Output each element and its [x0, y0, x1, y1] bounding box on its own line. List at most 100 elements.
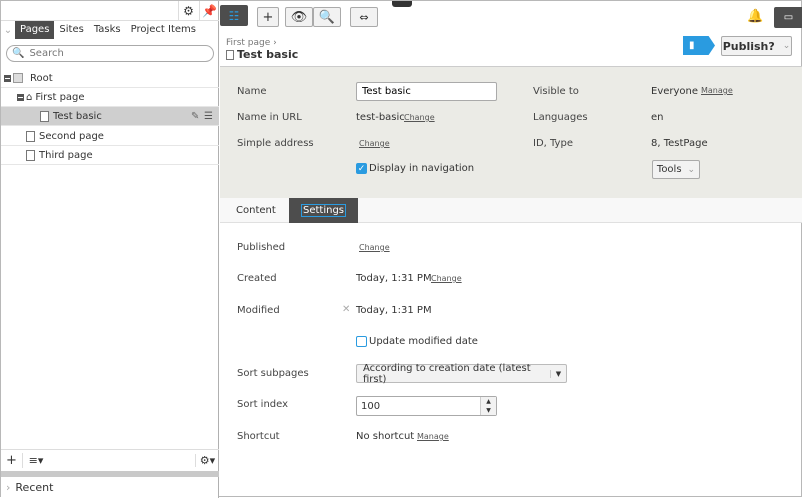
settings-gear-icon[interactable]: ⚙▾: [195, 454, 219, 467]
search-icon: 🔍: [12, 48, 25, 59]
tree-label: Test basic: [53, 110, 102, 122]
languages-label: Languages: [533, 112, 588, 123]
settings-gear-icon[interactable]: ⚙: [178, 1, 198, 20]
page-title: Test basic: [226, 48, 298, 61]
id-type-label: ID, Type: [533, 138, 573, 149]
languages-value: en: [651, 112, 664, 123]
navigation-pane: ⚙ 📌 ⌄ Pages Sites Tasks Project Items 🔍 …: [1, 1, 219, 498]
sort-subpages-label: Sort subpages: [237, 368, 309, 379]
tree-item-second-page[interactable]: Second page: [1, 127, 219, 146]
recent-label: Recent: [15, 481, 54, 494]
pane-tabs: ⌄ Pages Sites Tasks Project Items: [1, 21, 201, 39]
page-icon: [226, 49, 234, 60]
collapse-icon[interactable]: [4, 74, 11, 82]
chevron-down-icon: ⌄: [782, 41, 791, 51]
spinner-arrows-icon[interactable]: ▲ ▼: [480, 397, 496, 415]
dropdown-handle[interactable]: [392, 1, 412, 7]
page-tree-toggle-icon[interactable]: ☷: [220, 5, 248, 26]
pane-toolbar: + ≡▾ ⚙▾: [1, 449, 219, 471]
content-tabs: Content Settings: [220, 198, 802, 223]
tree-item-test-basic[interactable]: Test basic ✎ ☰: [1, 107, 219, 126]
recent-section[interactable]: › Recent: [1, 477, 219, 498]
tab-sites[interactable]: Sites: [54, 21, 88, 39]
name-input[interactable]: [356, 82, 497, 101]
search-input[interactable]: [29, 48, 210, 59]
created-value: Today, 1:31 PM: [356, 273, 432, 284]
name-label: Name: [237, 86, 267, 97]
add-button[interactable]: +: [257, 7, 279, 27]
page-icon: [26, 149, 35, 161]
created-label: Created: [237, 273, 277, 284]
change-created-link[interactable]: Change: [431, 274, 462, 283]
checkbox-label: Update modified date: [369, 336, 478, 347]
pane-header: ⚙ 📌: [1, 1, 219, 21]
tab-tasks[interactable]: Tasks: [89, 21, 126, 39]
select-value: According to creation date (latest first…: [363, 362, 531, 385]
display-in-navigation-checkbox[interactable]: ✓ Display in navigation: [356, 163, 474, 174]
pin-icon[interactable]: 📌: [199, 1, 219, 20]
tree-item-root[interactable]: Root: [1, 69, 219, 88]
checkbox-label: Display in navigation: [369, 163, 475, 174]
page-title-text: Test basic: [237, 48, 299, 61]
change-url-link[interactable]: Change: [404, 113, 435, 122]
notifications-bell-icon[interactable]: 🔔: [747, 9, 763, 24]
tools-dropdown[interactable]: Tools ⌄: [652, 160, 700, 179]
page-icon: [26, 130, 35, 142]
preview-eye-icon[interactable]: 👁: [285, 7, 313, 27]
tree-label: Third page: [39, 149, 93, 161]
shortcut-value: No shortcut: [356, 431, 415, 442]
tab-content[interactable]: Content: [236, 205, 276, 216]
breadcrumb-parent[interactable]: First page ›: [226, 38, 277, 48]
collapse-chevron-icon[interactable]: ⌄: [1, 25, 15, 36]
visible-to-label: Visible to: [533, 86, 579, 97]
published-label: Published: [237, 242, 286, 253]
tree-item-third-page[interactable]: Third page: [1, 146, 219, 165]
root-icon: [13, 73, 23, 83]
tree-label: First page: [35, 91, 85, 103]
change-published-link[interactable]: Change: [359, 243, 390, 252]
properties-panel: Name Name in URL test-basic Change Simpl…: [220, 66, 802, 198]
tab-project-items[interactable]: Project Items: [126, 21, 201, 39]
sort-index-label: Sort index: [237, 399, 289, 410]
settings-content: Published Change Created Today, 1:31 PM …: [220, 223, 802, 498]
visible-to-value: Everyone: [651, 86, 699, 97]
manage-visibility-link[interactable]: Manage: [701, 86, 733, 95]
context-menu-icon[interactable]: ☰: [204, 111, 213, 122]
modified-label: Modified: [237, 305, 280, 316]
comments-icon[interactable]: ▮: [683, 36, 715, 55]
assets-folder-icon[interactable]: ▭: [774, 7, 802, 28]
dropdown-arrow-icon: ▼: [550, 369, 566, 378]
url-label: Name in URL: [237, 112, 302, 123]
shortcut-label: Shortcut: [237, 431, 280, 442]
chevron-down-icon: ⌄: [687, 164, 696, 175]
clear-x-icon[interactable]: ✕: [342, 304, 350, 315]
chevron-right-icon: ›: [6, 481, 11, 494]
modified-value: Today, 1:31 PM: [356, 305, 432, 316]
checkmark-icon: ✓: [356, 163, 367, 174]
tree-label: Second page: [39, 130, 104, 142]
url-value: test-basic: [356, 112, 405, 123]
change-simple-address-link[interactable]: Change: [359, 139, 390, 148]
search-box: 🔍: [6, 45, 214, 62]
compare-icon[interactable]: ⇔: [350, 7, 378, 27]
list-menu-icon[interactable]: ≡▾: [23, 454, 49, 467]
tree-label: Root: [30, 72, 53, 84]
page-icon: [40, 110, 49, 122]
checkbox-box: [356, 336, 367, 347]
tab-settings[interactable]: Settings: [289, 198, 358, 223]
add-icon[interactable]: +: [1, 453, 23, 468]
sort-index-stepper[interactable]: 100 ▲ ▼: [356, 396, 497, 416]
tree-item-first-page[interactable]: ⌂ First page: [1, 88, 219, 107]
id-type-value: 8, TestPage: [651, 138, 708, 149]
update-modified-date-checkbox[interactable]: Update modified date: [356, 336, 478, 347]
sort-subpages-select[interactable]: According to creation date (latest first…: [356, 362, 567, 385]
publish-button[interactable]: Publish? ⌄: [721, 36, 792, 56]
manage-shortcut-link[interactable]: Manage: [417, 432, 449, 441]
edit-pencil-icon[interactable]: ✎: [191, 111, 199, 122]
home-icon: ⌂: [26, 91, 33, 103]
view-on-site-icon[interactable]: 🔍: [313, 7, 341, 27]
simple-address-label: Simple address: [237, 138, 314, 149]
sort-index-value[interactable]: 100: [357, 401, 480, 412]
tab-pages[interactable]: Pages: [15, 21, 55, 39]
collapse-icon[interactable]: [17, 93, 24, 101]
